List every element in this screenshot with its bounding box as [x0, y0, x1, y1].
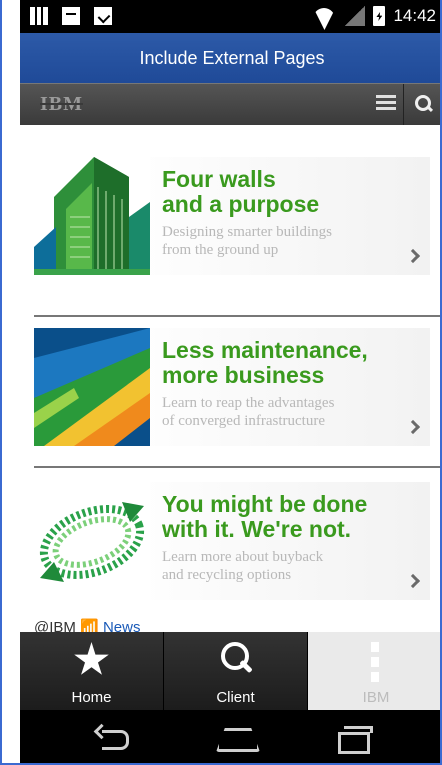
home-icon[interactable] [216, 726, 256, 748]
card-text: Less maintenance, more business Learn to… [162, 338, 422, 430]
card-subtitle: Designing smarter buildings from the gro… [162, 223, 422, 259]
card-headline: You might be done with it. We're not. [162, 492, 422, 542]
content-area[interactable]: Four walls and a purpose Designing smart… [20, 125, 440, 632]
tab-client[interactable]: Client [164, 632, 308, 710]
search-icon [219, 642, 253, 678]
shopping-bag-check-icon [94, 7, 112, 25]
subtitle-line: Learn to reap the advantages [162, 395, 335, 411]
cell-signal-icon [345, 6, 366, 26]
news-prefix: @IBM [34, 619, 76, 632]
infrastructure-image [34, 328, 150, 446]
tab-home[interactable]: Home [20, 632, 164, 710]
recycling-image [34, 482, 150, 600]
notification-icon [30, 7, 48, 25]
page-title: Include External Pages [139, 47, 325, 68]
toolbar-divider [403, 84, 404, 126]
status-bar: 14:42 [20, 0, 440, 33]
promo-card-buildings[interactable]: Four walls and a purpose Designing smart… [34, 157, 430, 275]
shopping-bag-icon [62, 7, 80, 25]
tab-label: IBM [362, 689, 390, 706]
card-headline: Four walls and a purpose [162, 167, 422, 217]
recent-apps-icon[interactable] [338, 726, 373, 754]
notification-icons [30, 7, 112, 25]
card-text: You might be done with it. We're not. Le… [162, 492, 422, 584]
wifi-icon [311, 6, 337, 26]
menu-icon[interactable] [376, 95, 396, 115]
promo-card-recycling[interactable]: You might be done with it. We're not. Le… [34, 482, 430, 600]
headline-line: and a purpose [162, 191, 320, 217]
more-vertical-icon [371, 642, 381, 682]
card-headline: Less maintenance, more business [162, 338, 422, 388]
bottom-tab-bar: Home Client IBM [20, 632, 440, 710]
tab-label: Home [71, 689, 112, 706]
promo-card-infrastructure[interactable]: Less maintenance, more business Learn to… [34, 328, 430, 446]
subtitle-line: Designing smarter buildings [162, 224, 332, 240]
buildings-image [34, 157, 150, 275]
headline-line: Four walls [162, 166, 276, 192]
tab-ibm[interactable]: IBM [308, 632, 440, 710]
subtitle-line: of converged infrastructure [162, 413, 325, 429]
headline-line: more business [162, 362, 325, 388]
title-bar: Include External Pages [20, 33, 440, 83]
subtitle-line: and recycling options [162, 567, 292, 583]
ibm-header-bar: IBM [20, 83, 440, 126]
headline-line: Less maintenance, [162, 337, 368, 363]
headline-line: You might be done [162, 491, 368, 517]
subtitle-line: Learn more about buyback [162, 549, 324, 565]
ibm-logo[interactable]: IBM [40, 93, 83, 116]
status-time: 14:42 [393, 6, 436, 25]
news-feed-label[interactable]: @IBM 📶 News [34, 618, 140, 632]
status-icons: 14:42 [311, 6, 436, 26]
card-subtitle: Learn more about buyback and recycling o… [162, 548, 422, 584]
tab-label: Client [216, 689, 255, 706]
subtitle-line: from the ground up [162, 242, 279, 258]
card-text: Four walls and a purpose Designing smart… [162, 167, 422, 259]
battery-charging-icon [373, 6, 386, 26]
system-nav-bar [20, 710, 440, 763]
card-subtitle: Learn to reap the advantages of converge… [162, 394, 422, 430]
search-icon[interactable] [414, 94, 434, 114]
news-link[interactable]: News [103, 619, 141, 632]
app-frame: 14:42 Include External Pages IBM Four wa… [0, 0, 442, 765]
card-divider [34, 315, 440, 317]
back-icon[interactable] [96, 726, 129, 750]
rss-icon: 📶 [80, 619, 99, 632]
headline-line: with it. We're not. [162, 516, 352, 542]
card-divider [34, 466, 440, 468]
star-icon [74, 642, 109, 675]
